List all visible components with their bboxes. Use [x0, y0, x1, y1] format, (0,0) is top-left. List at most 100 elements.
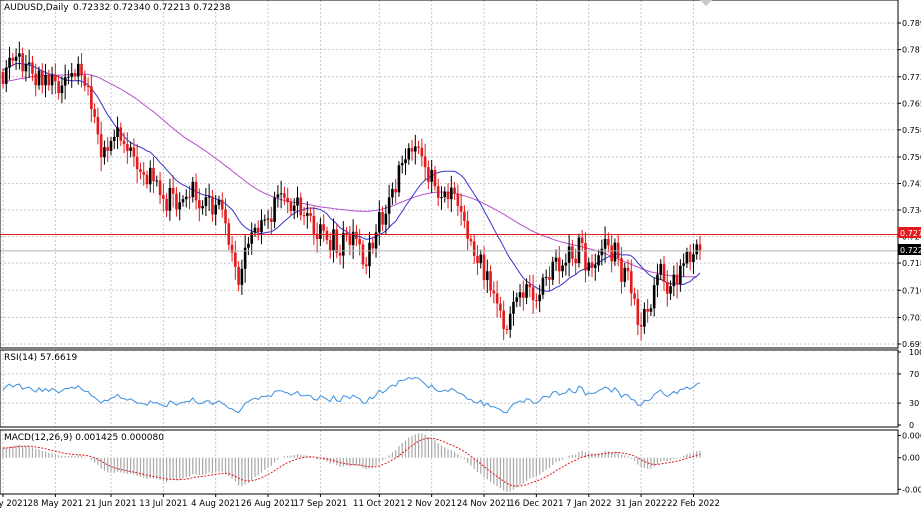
candle-body — [489, 271, 492, 291]
candle-body — [34, 73, 38, 86]
candle-body — [371, 242, 375, 249]
time-tick-label: 17 Sep 2021 — [293, 499, 347, 509]
candle-body — [253, 227, 257, 233]
candle-body — [122, 140, 126, 145]
candle-body — [688, 251, 692, 263]
candle-body — [682, 263, 685, 266]
price-tick-label: 0.70280 — [902, 313, 921, 322]
candle-body — [623, 267, 627, 282]
time-tick-label: 4 Aug 2021 — [191, 499, 240, 509]
trading-chart: 0.78940 0.78160 0.77360 0.76580 0.75800 0.750… — [0, 0, 921, 510]
candle-body — [234, 252, 237, 267]
candle-body — [414, 146, 417, 152]
rsi-tick-label: 100 — [909, 348, 921, 357]
price-tick-label: 0.76580 — [902, 99, 921, 108]
candle-body — [590, 262, 594, 268]
candle-body — [656, 274, 659, 286]
candle-body — [459, 205, 463, 212]
candle-body — [381, 212, 384, 225]
candle-body — [211, 196, 214, 215]
candle-body — [580, 237, 584, 244]
candle-body — [175, 193, 178, 210]
candle-body — [417, 146, 420, 148]
candle-body — [639, 324, 643, 327]
candle-body — [135, 156, 139, 170]
candle-body — [70, 73, 74, 77]
macd-tick-label: -0.009212 — [902, 485, 921, 494]
candle-body — [312, 215, 316, 235]
candle-body — [237, 266, 240, 285]
candle-body — [194, 181, 198, 201]
candle-body — [430, 169, 433, 182]
candle-body — [8, 57, 11, 68]
candle-body — [384, 213, 388, 225]
candle-body — [279, 193, 283, 195]
candle-body — [286, 197, 289, 203]
candle-body — [554, 257, 558, 262]
candle-body — [469, 238, 473, 242]
candle-body — [99, 134, 103, 158]
candle-body — [351, 231, 355, 246]
candle-body — [80, 63, 83, 76]
candle-body — [499, 303, 502, 311]
candle-body — [492, 290, 496, 294]
candle-body — [597, 255, 600, 266]
candle-body — [521, 292, 525, 298]
candle-body — [427, 167, 430, 182]
candle-body — [152, 167, 155, 182]
candle-body — [145, 174, 149, 185]
candle-body — [698, 244, 702, 251]
candle-body — [148, 167, 152, 185]
candle-body — [165, 198, 168, 211]
price-tick-label: 0.75800 — [902, 126, 921, 135]
rsi-tick-label: 70 — [909, 370, 919, 379]
candle-body — [450, 187, 453, 200]
candle-body — [103, 147, 106, 158]
candle-body — [472, 241, 476, 256]
candle-body — [620, 257, 623, 282]
candle-body — [93, 109, 96, 117]
candle-body — [361, 244, 365, 265]
candle-body — [584, 243, 587, 271]
candle-body — [482, 254, 486, 281]
candle-body — [129, 147, 132, 151]
candle-body — [649, 308, 653, 312]
rsi-title: RSI(14) 57.6619 — [4, 353, 77, 363]
candle-body — [178, 202, 182, 210]
candle-body — [593, 265, 597, 268]
candle-body — [538, 294, 541, 302]
candle-body — [495, 293, 499, 304]
chart-header: AUDUSD,Daily 0.72332 0.72340 0.72213 0.7… — [4, 3, 231, 13]
time-tick-label: 24 Nov 2021 — [457, 499, 511, 509]
candle-body — [420, 147, 424, 157]
price-tick-label: 0.71880 — [902, 259, 921, 268]
candle-body — [76, 63, 80, 77]
candle-body — [378, 212, 381, 233]
candle-body — [142, 171, 146, 175]
candle-body — [54, 75, 57, 82]
candle-body — [607, 238, 610, 246]
candle-body — [217, 199, 221, 205]
candle-body — [404, 159, 407, 164]
time-tick-label: 31 Jan 2022 — [616, 499, 667, 509]
candle-body — [476, 255, 479, 264]
candle-body — [220, 199, 224, 210]
candle-body — [544, 277, 548, 279]
candle-body — [342, 232, 345, 256]
candle-body — [391, 188, 394, 198]
candle-body — [479, 254, 483, 264]
candle-body — [672, 274, 676, 287]
candle-body — [643, 308, 646, 327]
price-tick-label: 0.74220 — [902, 180, 921, 189]
candle-body — [73, 73, 77, 77]
candle-body — [40, 70, 44, 86]
candle-body — [201, 205, 204, 209]
candle-body — [171, 187, 175, 194]
candle-body — [443, 191, 447, 198]
candle-body — [505, 329, 509, 331]
candle-body — [652, 285, 656, 309]
candle-body — [14, 56, 18, 61]
candle-body — [387, 197, 391, 214]
candle-body — [116, 127, 119, 137]
candle-body — [440, 197, 443, 199]
